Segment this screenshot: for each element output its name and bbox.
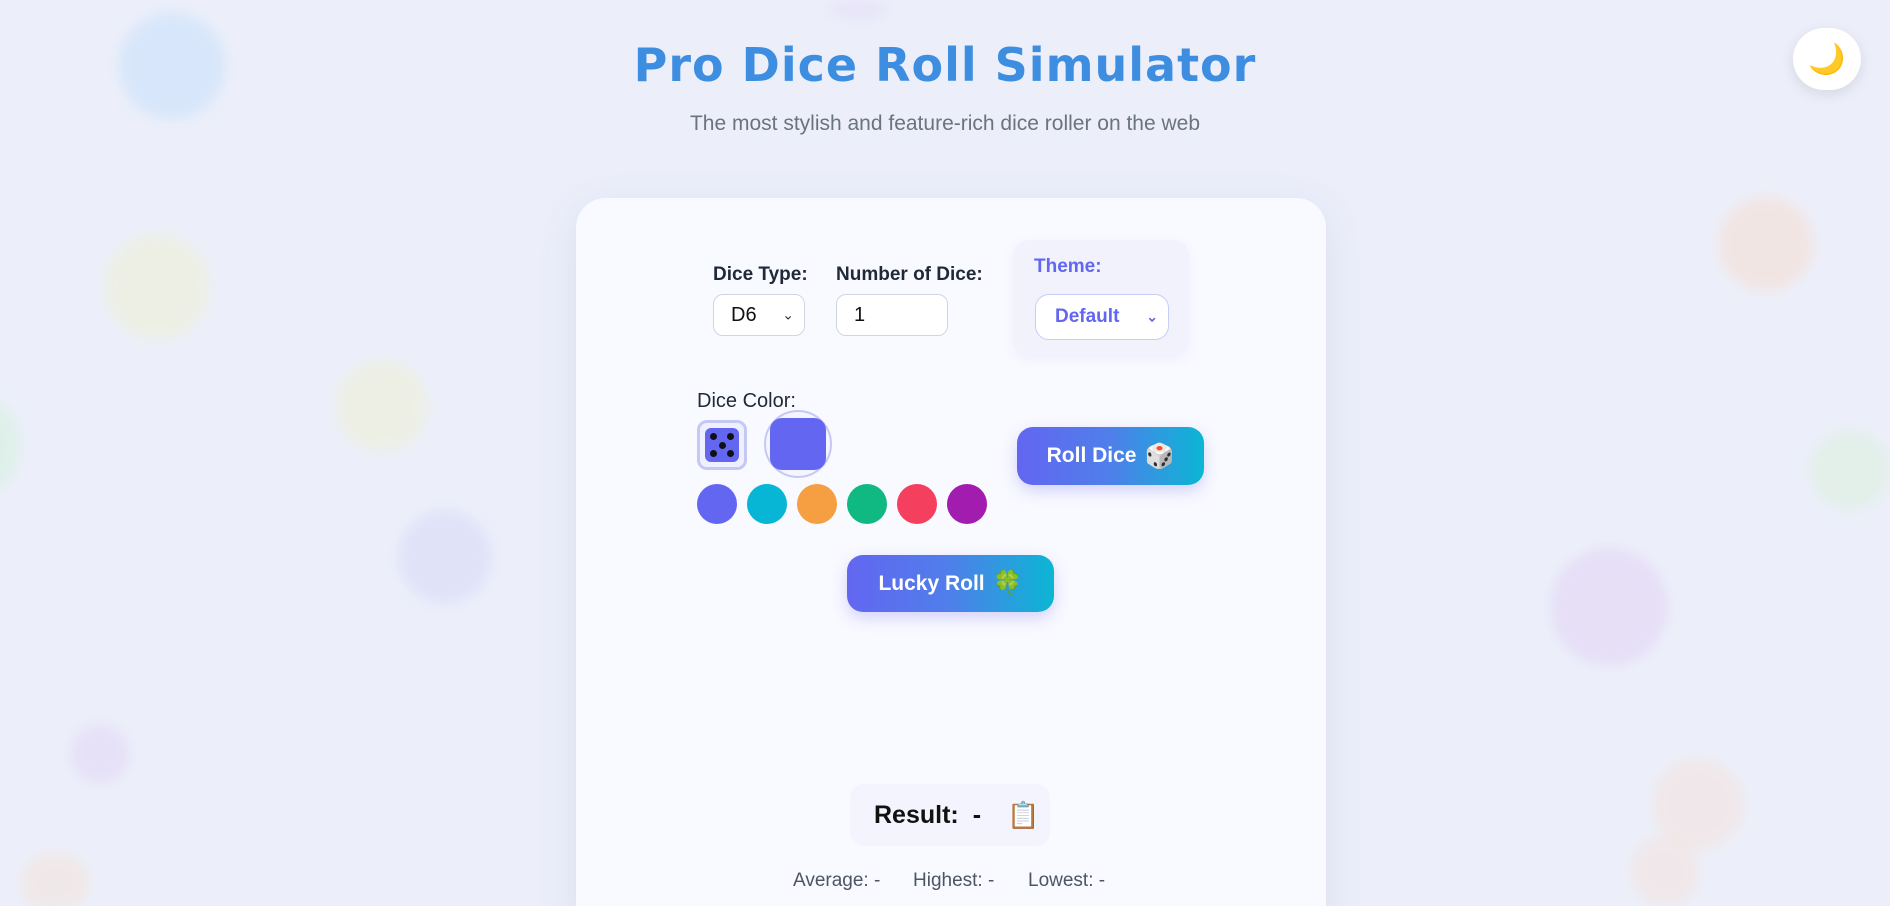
dice-five-icon [705,428,739,462]
background-blob [828,0,888,20]
background-blob [20,852,90,906]
background-blob [1630,836,1700,906]
theme-value: Default [1055,306,1120,327]
stat-lowest: Lowest: - [1028,870,1106,891]
theme-label: Theme: [1034,256,1102,277]
page-subtitle: The most stylish and feature-rich dice r… [689,112,1201,135]
background-blob [1718,196,1814,292]
stat-average: Average: - [793,870,881,891]
page-title: Pro Dice Roll Simulator [633,38,1257,92]
color-swatch-green[interactable] [847,484,887,524]
color-swatch-cyan[interactable] [747,484,787,524]
number-of-dice-input[interactable]: 1 [836,294,948,336]
dark-mode-toggle[interactable]: 🌙 [1793,28,1861,90]
roll-dice-label: Roll Dice [1046,444,1137,467]
dice-type-select[interactable]: D6 ⌄ [713,294,805,336]
result-label: Result: [874,800,959,829]
background-blob [104,234,210,340]
background-blob [70,724,130,784]
clover-icon: 🍀 [992,570,1023,597]
result-value: - [972,800,982,829]
color-swatch-red[interactable] [897,484,937,524]
background-blob [336,360,428,452]
chevron-down-icon: ⌄ [1146,308,1158,325]
background-blob [0,400,20,490]
roll-dice-button[interactable]: Roll Dice 🎲 [1017,427,1204,485]
result-display: Result: - 📋 [850,784,1050,846]
stat-highest: Highest: - [913,870,995,891]
dice-color-label: Dice Color: [697,390,796,412]
dice-type-value: D6 [731,303,757,326]
clipboard-icon[interactable]: 📋 [1007,800,1039,831]
theme-select[interactable]: Default ⌄ [1035,294,1169,340]
background-blob [398,510,492,604]
background-blob [1550,548,1668,666]
number-of-dice-value: 1 [854,303,866,326]
color-swatch-indigo[interactable] [697,484,737,524]
dice-type-label: Dice Type: [713,264,808,285]
dice-preview[interactable] [697,420,747,470]
chevron-down-icon: ⌄ [782,306,794,323]
number-of-dice-label: Number of Dice: [836,264,983,285]
selected-color-swatch [770,418,826,470]
dice-icon: 🎲 [1144,442,1175,470]
moon-icon: 🌙 [1808,41,1846,77]
lucky-roll-button[interactable]: Lucky Roll 🍀 [847,555,1054,612]
background-blob [1810,430,1890,510]
color-swatch-orange[interactable] [797,484,837,524]
lucky-roll-label: Lucky Roll [878,571,985,595]
theme-panel: Theme: Default ⌄ [1013,240,1189,356]
custom-color-picker[interactable] [764,410,832,478]
color-swatch-purple[interactable] [947,484,987,524]
